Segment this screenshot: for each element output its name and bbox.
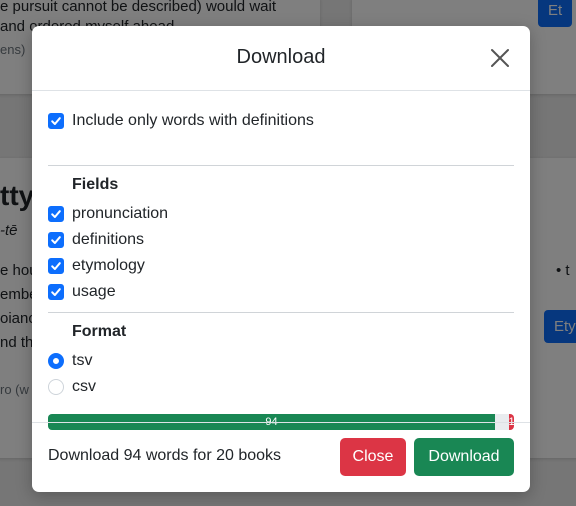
format-label: tsv	[72, 352, 93, 369]
download-modal: Download Include only words with definit…	[32, 26, 530, 492]
include-only-row[interactable]: Include only words with definitions	[48, 109, 314, 133]
modal-header: Download	[32, 26, 530, 91]
fields-heading: Fields	[72, 176, 119, 193]
field-label: etymology	[72, 257, 145, 274]
field-row-pronunciation[interactable]: pronunciation	[48, 202, 168, 226]
modal-title: Download	[236, 46, 326, 68]
definitions-checkbox[interactable]	[48, 232, 64, 248]
checkmark-icon	[51, 288, 61, 296]
format-row-csv[interactable]: csv	[48, 375, 96, 399]
csv-radio[interactable]	[48, 379, 64, 395]
divider	[48, 165, 514, 166]
field-row-etymology[interactable]: etymology	[48, 254, 145, 278]
field-label: definitions	[72, 231, 145, 248]
checkmark-icon	[51, 117, 61, 125]
checkmark-icon	[51, 210, 61, 218]
format-label: csv	[72, 378, 96, 395]
modal-footer: Download 94 words for 20 books Close Dow…	[32, 422, 530, 492]
include-only-checkbox[interactable]	[48, 113, 64, 129]
close-icon[interactable]	[490, 48, 510, 68]
field-row-usage[interactable]: usage	[48, 280, 116, 304]
divider	[48, 312, 514, 313]
etymology-checkbox[interactable]	[48, 258, 64, 274]
field-label: pronunciation	[72, 205, 169, 222]
checkmark-icon	[51, 236, 61, 244]
download-summary: Download 94 words for 20 books	[48, 447, 282, 464]
close-button[interactable]: Close	[340, 438, 406, 476]
format-row-tsv[interactable]: tsv	[48, 349, 92, 373]
field-label: usage	[72, 283, 116, 300]
format-heading: Format	[72, 323, 127, 340]
usage-checkbox[interactable]	[48, 284, 64, 300]
include-only-label: Include only words with definitions	[72, 112, 314, 129]
download-button[interactable]: Download	[414, 438, 514, 476]
checkmark-icon	[51, 262, 61, 270]
field-row-definitions[interactable]: definitions	[48, 228, 144, 252]
tsv-radio[interactable]	[48, 353, 64, 369]
pronunciation-checkbox[interactable]	[48, 206, 64, 222]
